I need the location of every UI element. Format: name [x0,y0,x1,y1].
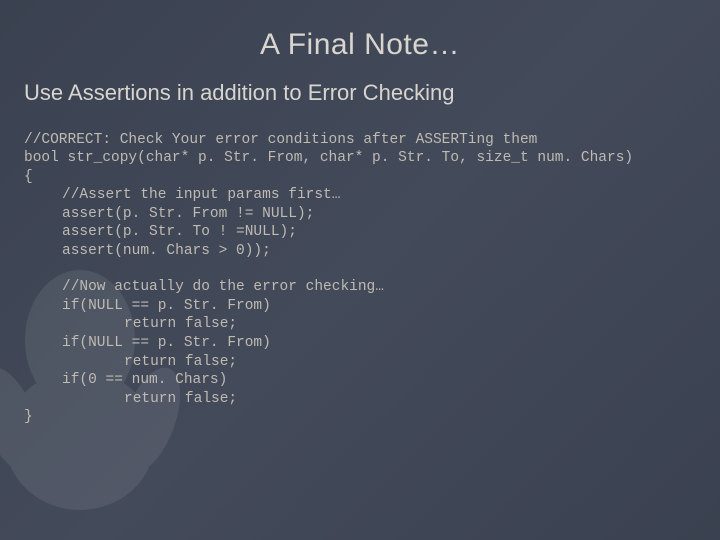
code-line: { [24,169,33,185]
slide-container: A Final Note… Use Assertions in addition… [0,0,720,540]
code-line: if(NULL == p. Str. From) [24,334,696,353]
code-line: if(NULL == p. Str. From) [24,297,696,316]
code-line: return false; [24,353,696,372]
slide-subtitle: Use Assertions in addition to Error Chec… [24,80,696,106]
slide-title: A Final Note… [24,28,696,62]
code-line: //CORRECT: Check Your error conditions a… [24,132,537,148]
code-line: //Now actually do the error checking… [24,278,696,297]
code-line: return false; [24,390,696,409]
code-line: return false; [24,315,696,334]
code-line: //Assert the input params first… [24,186,696,205]
code-line: bool str_copy(char* p. Str. From, char* … [24,150,633,166]
code-line: } [24,409,33,425]
code-block: //CORRECT: Check Your error conditions a… [24,112,696,427]
code-line: if(0 == num. Chars) [24,371,696,390]
code-line: assert(p. Str. To ! =NULL); [24,223,696,242]
code-line: assert(num. Chars > 0)); [24,242,696,261]
code-line: assert(p. Str. From != NULL); [24,205,696,224]
